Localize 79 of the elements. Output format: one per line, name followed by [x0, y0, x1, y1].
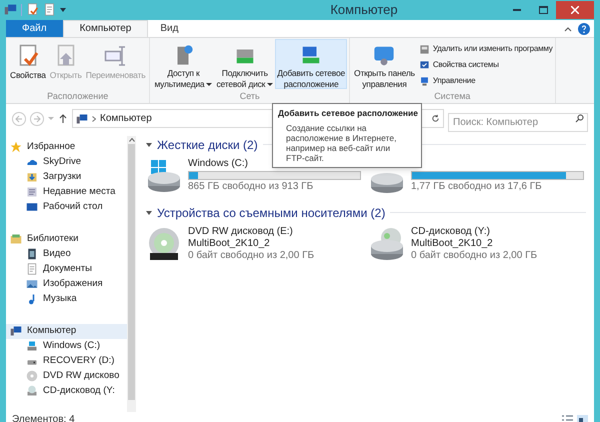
- refresh-icon[interactable]: [431, 114, 440, 123]
- free-space: 0 байт свободно из 2,00 ГБ: [188, 250, 314, 262]
- volume-label: MultiBoot_2K10_2: [411, 238, 493, 250]
- volume-label: MultiBoot_2K10_2: [188, 238, 270, 250]
- close-button[interactable]: [556, 0, 594, 19]
- ribbon-tab[interactable]: Вид: [148, 20, 190, 36]
- star-icon: [10, 141, 22, 153]
- computer-icon: [76, 112, 88, 124]
- tiles-view-icon[interactable]: [577, 414, 588, 422]
- group-header[interactable]: Жесткие диски (2): [157, 136, 258, 154]
- help-icon[interactable]: [578, 22, 590, 34]
- ribbon-button[interactable]: Добавить сетевое расположение: [275, 38, 348, 88]
- disc-icon: [26, 370, 38, 382]
- ribbon-tab[interactable]: Компьютер: [62, 20, 148, 36]
- download-folder-icon: [26, 171, 38, 183]
- collapse-triangle-icon[interactable]: [146, 210, 152, 214]
- sidebar-item[interactable]: Музыка: [6, 292, 127, 306]
- drive-name: Windows (C:): [188, 158, 248, 170]
- document-icon: [43, 3, 56, 16]
- sidebar-item[interactable]: Загрузки: [6, 170, 127, 184]
- ribbon-group-label: Расположение: [47, 90, 108, 102]
- group-header[interactable]: Устройства со съемными носителями (2): [157, 204, 386, 222]
- desktop-icon: [26, 201, 38, 213]
- sidebar-item[interactable]: Рабочий стол: [6, 200, 127, 214]
- sidebar-item[interactable]: RECOVERY (D:): [6, 354, 127, 368]
- sidebar-item[interactable]: Документы: [6, 262, 127, 276]
- sidebar-item[interactable]: Windows (C:): [6, 338, 127, 354]
- hard-drive-icon: [369, 172, 405, 194]
- chevron-right-icon: [92, 116, 96, 122]
- recent-places-icon: [26, 186, 38, 198]
- search-field[interactable]: Поиск: Компьютер: [448, 113, 588, 132]
- drive-name: CD-дисковод (Y:): [411, 226, 490, 238]
- text-cursor-icon: [104, 44, 128, 68]
- free-space: 865 ГБ свободно из 913 ГБ: [188, 180, 314, 192]
- sidebar-item[interactable]: Компьютер: [6, 324, 127, 338]
- ribbon-command[interactable]: Управление: [418, 74, 553, 88]
- sidebar-item[interactable]: SkyDrive: [6, 154, 127, 170]
- forward-arrow-icon: [33, 114, 41, 122]
- search-icon: [575, 114, 584, 123]
- sidebar-item[interactable]: Изображения: [6, 276, 127, 292]
- breadcrumb[interactable]: Компьютер: [100, 111, 152, 126]
- picture-icon: [26, 278, 38, 290]
- computer-icon: [4, 3, 17, 16]
- close-icon: [571, 6, 579, 14]
- ribbon-button[interactable]: Свойства: [8, 38, 48, 88]
- scrollbar[interactable]: [127, 136, 136, 412]
- collapse-ribbon-icon[interactable]: [564, 26, 572, 32]
- sidebar-item[interactable]: Видео: [6, 246, 127, 262]
- drive-name: DVD RW дисковод (E:): [188, 226, 293, 238]
- sidebar-item[interactable]: DVD RW дисково: [6, 368, 127, 384]
- ribbon-command[interactable]: Удалить или изменить программу: [418, 42, 553, 56]
- details-view-icon[interactable]: [562, 414, 573, 422]
- up-arrow-icon[interactable]: [58, 114, 68, 124]
- status-text: Элементов: 4: [12, 413, 75, 422]
- clipboard-check-icon: [26, 3, 39, 16]
- dropdown-caret-icon: [206, 82, 212, 86]
- ribbon-group-label: Сеть: [240, 90, 260, 102]
- collapse-triangle-icon[interactable]: [146, 142, 152, 146]
- document-icon: [26, 263, 38, 275]
- window-title: Компьютер: [329, 1, 399, 19]
- ribbon-group-label: Система: [434, 90, 470, 102]
- free-space: 0 байт свободно из 2,00 ГБ: [411, 250, 538, 262]
- customize-caret-icon[interactable]: [60, 8, 66, 12]
- sidebar-item[interactable]: Библиотеки: [6, 232, 127, 246]
- computer-icon: [10, 325, 22, 337]
- ribbon-button[interactable]: Доступ к мультимедиа: [152, 38, 214, 88]
- ribbon-button[interactable]: Открыть панель управления: [352, 38, 417, 88]
- scroll-up-icon[interactable]: [128, 138, 134, 142]
- file-menu-tab[interactable]: Файл: [6, 20, 63, 36]
- checked-monitor-icon: [418, 60, 430, 70]
- library-folder-icon: [10, 233, 22, 245]
- free-space: 1,77 ГБ свободно из 17,6 ГБ: [411, 180, 542, 192]
- sidebar-item[interactable]: Недавние места: [6, 184, 127, 200]
- dvd-disc-icon: [146, 226, 182, 262]
- tooltip-title: Добавить сетевое расположение: [278, 108, 418, 119]
- ribbon-command[interactable]: Свойства системы: [418, 58, 553, 72]
- back-arrow-icon: [15, 114, 23, 122]
- sidebar-item[interactable]: Избранное: [6, 140, 127, 154]
- sidebar-item[interactable]: CD-дисковод (Y:: [6, 384, 127, 398]
